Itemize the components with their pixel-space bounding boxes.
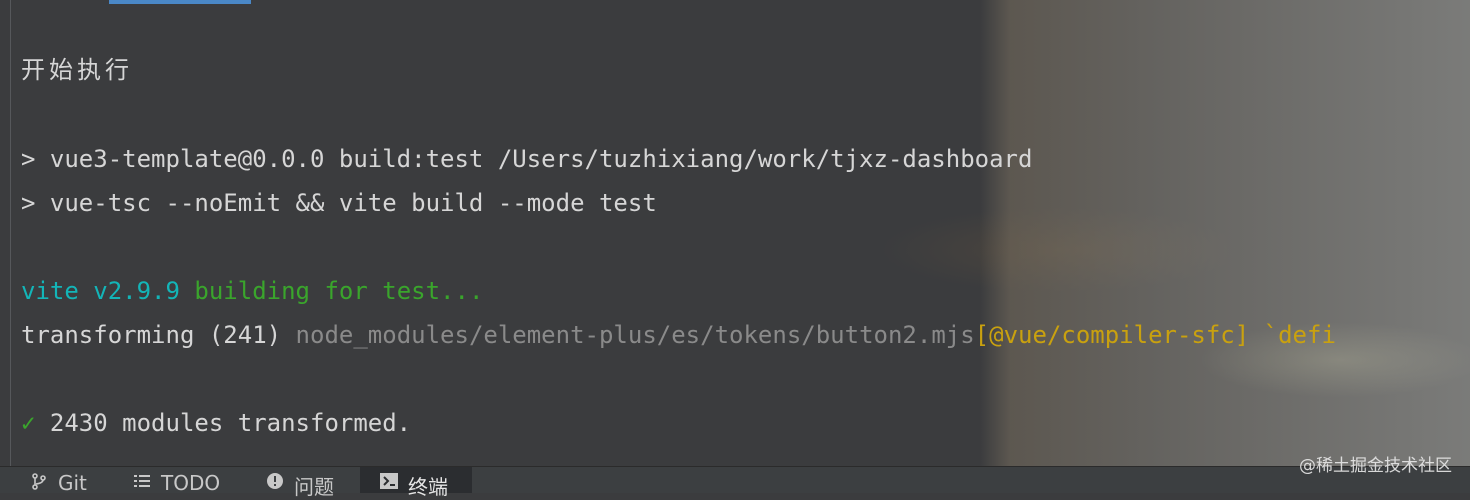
list-icon: [133, 471, 151, 489]
tool-window-bar: Git TODO 问题 终端: [0, 466, 1470, 499]
compiler-warning: [@vue/compiler-sfc] `defi: [974, 321, 1336, 349]
modules-transformed-line: ✓ 2430 modules transformed.: [21, 408, 411, 438]
terminal-icon: [380, 471, 398, 489]
active-tab-indicator: [109, 0, 251, 4]
tab-todo-label: TODO: [161, 471, 221, 495]
tab-terminal-label: 终端: [408, 475, 448, 499]
building-text: building for test...: [179, 277, 484, 305]
transforming-file: node_modules/element-plus/es/tokens/butt…: [295, 321, 975, 349]
tab-git-label: Git: [58, 471, 87, 495]
command-line-1: > vue3-template@0.0.0 build:test /Users/…: [21, 145, 1033, 173]
transforming-label: transforming (241): [21, 321, 296, 349]
tab-git[interactable]: Git: [30, 467, 87, 495]
tab-problems-label: 问题: [294, 475, 334, 499]
tab-terminal[interactable]: 终端: [360, 467, 472, 499]
start-line: 开始执行: [21, 56, 133, 84]
tab-todo[interactable]: TODO: [133, 467, 221, 495]
watermark: @稀土掘金技术社区: [1299, 456, 1452, 476]
modules-text: 2430 modules transformed.: [35, 409, 412, 437]
tab-problems[interactable]: 问题: [266, 467, 334, 499]
command-line-2: > vue-tsc --noEmit && vite build --mode …: [21, 189, 657, 217]
vite-building-line: vite v2.9.9 building for test...: [21, 276, 483, 306]
transforming-line: transforming (241) node_modules/element-…: [21, 320, 1336, 350]
alert-icon: [266, 471, 284, 489]
vite-version: vite v2.9.9: [21, 277, 180, 305]
git-branch-icon: [30, 471, 48, 490]
terminal-output[interactable]: 开始执行 > vue3-template@0.0.0 build:test /U…: [10, 0, 1470, 466]
check-icon: ✓: [21, 409, 36, 437]
